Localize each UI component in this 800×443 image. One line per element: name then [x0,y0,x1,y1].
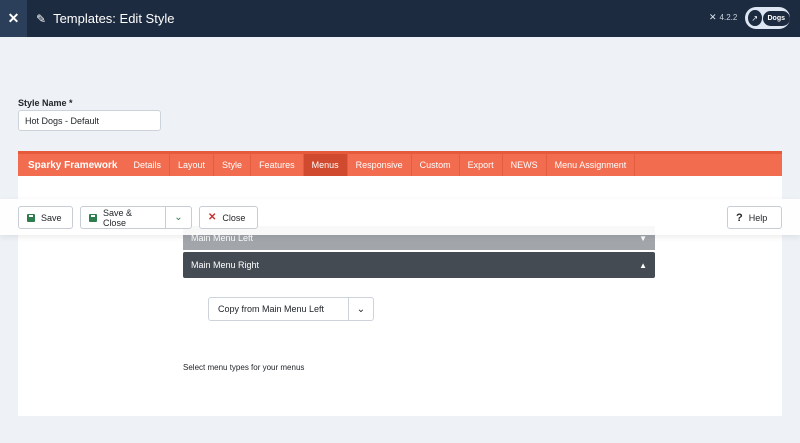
chevron-up-icon: ▲ [639,260,647,270]
external-link-icon: ↗ [748,10,762,26]
tab-bar: Sparky Framework Details Layout Style Fe… [18,151,782,176]
tab-layout[interactable]: Layout [170,154,215,176]
tab-menus[interactable]: Menus [303,154,348,176]
save-options-dropdown[interactable]: ⌄ [165,206,192,229]
joomla-logo-icon[interactable]: ✕ [0,0,27,37]
tab-news[interactable]: NEWS [503,154,547,176]
page-title: Templates: Edit Style [53,11,175,26]
chevron-down-icon: ⌄ [174,212,183,223]
site-link-button[interactable]: ↗ Dogs [745,7,790,29]
tab-menu-assignment[interactable]: Menu Assignment [547,154,636,176]
save-close-button[interactable]: Save & Close [80,206,166,229]
joomla-mark-icon: ✕ [709,12,717,22]
copy-from-select[interactable]: Copy from Main Menu Left ⌄ [208,297,374,321]
close-icon: ✕ [208,212,217,223]
help-button[interactable]: ? Help [727,206,782,229]
style-name-label: Style Name * [18,98,73,108]
options-panel [18,151,782,416]
framework-brand: Sparky Framework [28,159,118,171]
brush-icon: ✎ [36,11,47,26]
chevron-down-icon: ⌄ [348,298,373,320]
tab-details[interactable]: Details [126,154,171,176]
main-menu-right-header[interactable]: Main Menu Right ▲ [183,252,655,278]
save-button-label: Save [41,212,62,223]
tab-features[interactable]: Features [251,154,304,176]
page-heading: ✎ Templates: Edit Style [36,0,174,37]
app-header: ✕ ✎ Templates: Edit Style ✕ 4.2.2 ↗ Dogs [0,0,800,37]
close-button[interactable]: ✕ Close [199,206,258,229]
tab-custom[interactable]: Custom [412,154,460,176]
menu-types-hint: Select menu types for your menus [183,363,305,372]
version-number: 4.2.2 [719,13,738,22]
close-button-label: Close [222,212,246,223]
help-button-label: Help [748,212,768,223]
version-info: ✕ 4.2.2 [709,12,737,23]
tab-style[interactable]: Style [214,154,252,176]
save-icon [27,213,35,222]
tab-export[interactable]: Export [460,154,503,176]
tab-responsive[interactable]: Responsive [348,154,412,176]
style-name-input[interactable] [18,110,161,131]
save-icon [89,213,97,222]
copy-from-select-value: Copy from Main Menu Left [218,304,325,314]
site-name-label: Dogs [762,10,790,26]
save-close-button-label: Save & Close [102,207,132,228]
save-button[interactable]: Save [18,206,73,229]
help-icon: ? [736,211,743,224]
main-menu-right-label: Main Menu Right [191,260,260,270]
